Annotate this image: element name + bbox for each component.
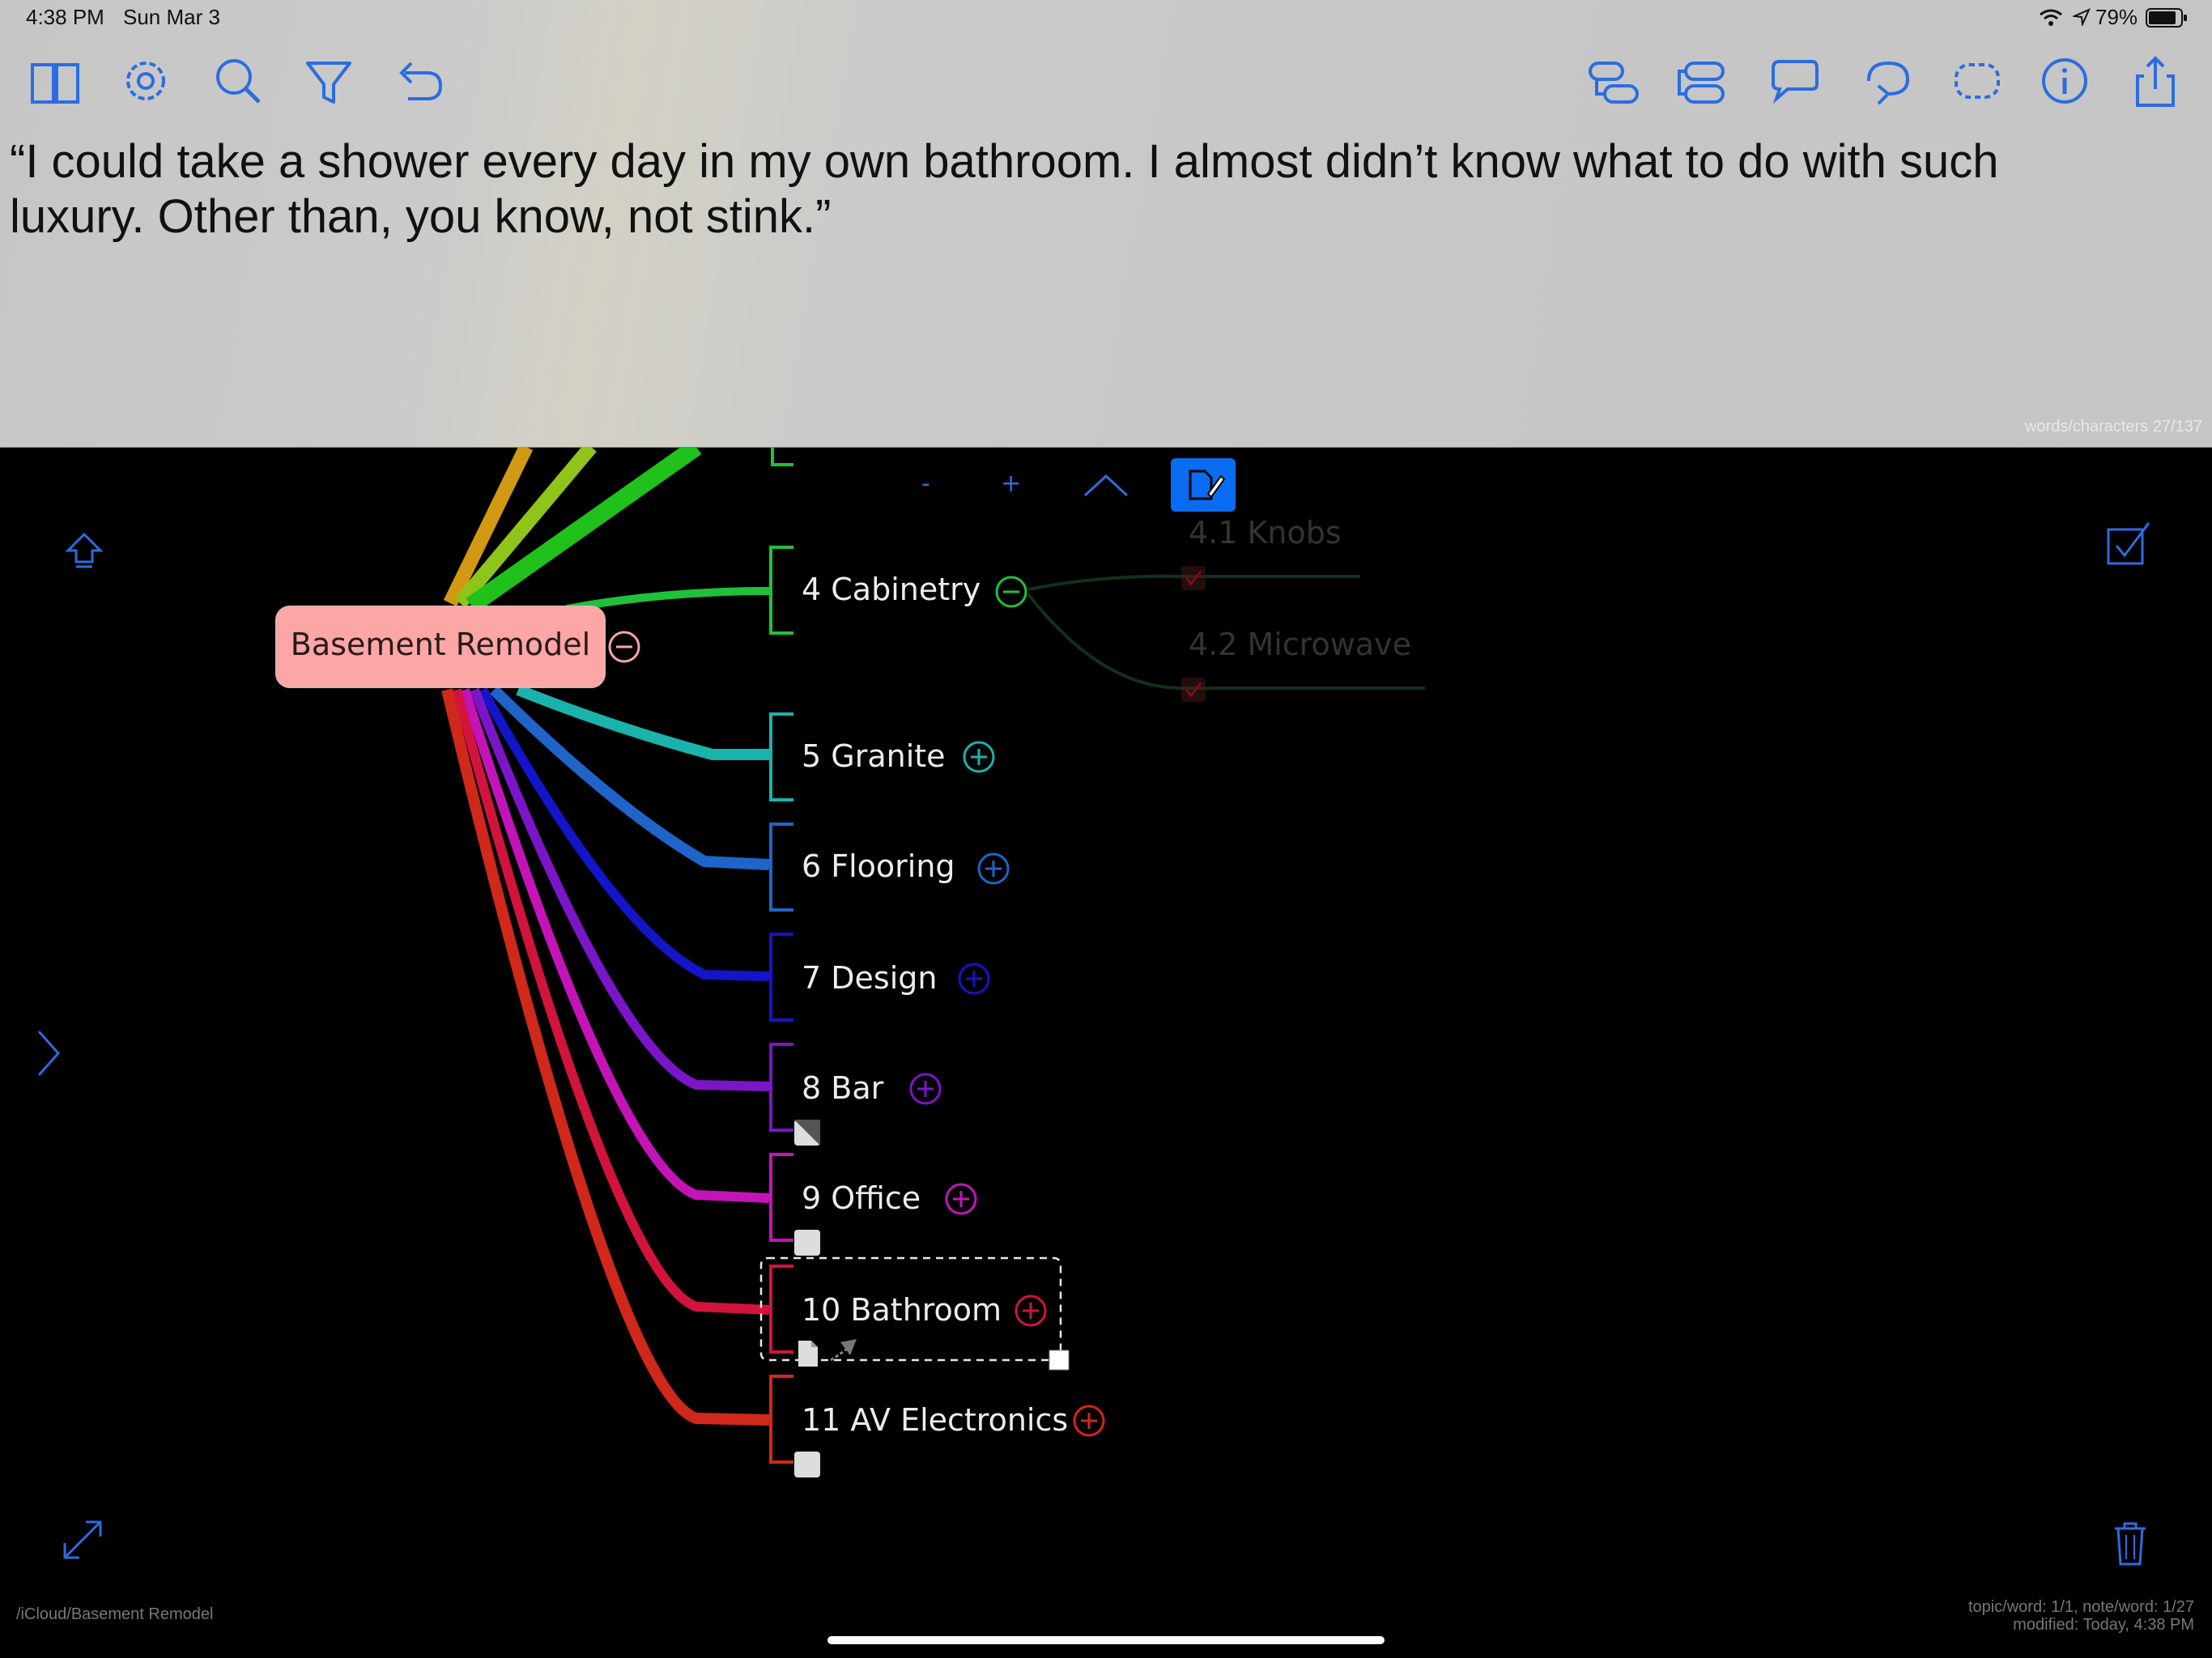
battery-percent: 79% xyxy=(2095,5,2138,29)
document-stats: topic/word: 1/1, note/word: 1/27 modifie… xyxy=(1968,1598,2194,1634)
central-topic-label: Basement Remodel xyxy=(290,627,591,662)
collapse-central-icon[interactable] xyxy=(607,630,641,664)
topic-av-electronics[interactable]: 11 AV Electronics xyxy=(802,1402,1068,1438)
note-text[interactable]: “I could take a shower every day in my o… xyxy=(10,134,2115,244)
note-attachment-icon[interactable] xyxy=(797,1339,819,1368)
topic-bar[interactable]: 8 Bar xyxy=(802,1070,883,1106)
zoom-out-button[interactable]: - xyxy=(921,470,930,498)
add-sibling-icon[interactable] xyxy=(1671,49,1736,113)
wifi-icon xyxy=(2039,8,2063,28)
edit-note-icon xyxy=(1189,470,1226,500)
boundary-icon[interactable] xyxy=(1945,49,2010,113)
collapse-cabinetry-icon[interactable] xyxy=(994,575,1028,609)
stats-topic-note: topic/word: 1/1, note/word: 1/27 xyxy=(1967,1598,2194,1616)
search-icon[interactable] xyxy=(206,49,270,113)
expand-design-icon[interactable] xyxy=(957,962,991,996)
gear-icon[interactable] xyxy=(113,49,178,113)
empty-checkbox-icon[interactable] xyxy=(793,1451,821,1478)
undo-icon[interactable] xyxy=(387,49,452,113)
subtopic-microwave[interactable]: 4.2 Microwave xyxy=(1189,627,1411,662)
empty-checkbox-icon[interactable] xyxy=(793,1229,821,1256)
partial-progress-icon[interactable] xyxy=(793,1119,821,1146)
book-icon[interactable] xyxy=(23,49,87,113)
stats-modified: modified: Today, 4:38 PM xyxy=(2013,1616,2194,1634)
checked-box-icon[interactable] xyxy=(1180,677,1206,703)
relationship-icon[interactable] xyxy=(1854,49,1919,113)
home-up-icon[interactable] xyxy=(62,528,107,573)
expand-av-electronics-icon[interactable] xyxy=(1072,1404,1106,1438)
expand-icon[interactable] xyxy=(58,1516,107,1564)
expand-flooring-icon[interactable] xyxy=(976,852,1010,886)
location-icon xyxy=(2071,8,2091,28)
share-icon[interactable] xyxy=(2123,49,2188,113)
status-date: Sun Mar 3 xyxy=(123,5,220,29)
edit-note-button[interactable] xyxy=(1171,458,1236,512)
expand-bar-icon[interactable] xyxy=(908,1072,942,1106)
status-time: 4:38 PM xyxy=(26,5,104,29)
topic-granite[interactable]: 5 Granite xyxy=(802,738,946,774)
expand-bathroom-icon[interactable] xyxy=(1014,1294,1048,1328)
central-topic[interactable]: Basement Remodel xyxy=(275,606,606,688)
chevron-up-icon[interactable] xyxy=(1082,471,1130,499)
add-child-icon[interactable] xyxy=(1580,49,1645,113)
mind-map-canvas[interactable]: - + Basement Remodel 4 Cabinetry 4.1 Kno… xyxy=(0,447,2212,1658)
zoom-in-button[interactable]: + xyxy=(1001,470,1021,498)
checked-box-icon[interactable] xyxy=(1180,565,1206,591)
filter-icon[interactable] xyxy=(296,49,361,113)
topic-cabinetry[interactable]: 4 Cabinetry xyxy=(802,572,981,607)
expand-granite-icon[interactable] xyxy=(962,740,996,774)
note-panel: 4:38 PM Sun Mar 3 79% “I could take a sh… xyxy=(0,0,2212,448)
home-indicator[interactable] xyxy=(827,1636,1385,1644)
topic-flooring[interactable]: 6 Flooring xyxy=(802,848,955,884)
subtopic-knobs[interactable]: 4.1 Knobs xyxy=(1189,515,1342,551)
word-count: words/characters 27/137 xyxy=(2024,418,2202,436)
topic-design[interactable]: 7 Design xyxy=(802,960,937,996)
topic-bathroom[interactable]: 10 Bathroom xyxy=(802,1292,1002,1328)
chevron-right-icon[interactable] xyxy=(32,1025,65,1082)
topic-office[interactable]: 9 Office xyxy=(802,1180,921,1216)
expand-office-icon[interactable] xyxy=(944,1182,978,1216)
battery-icon xyxy=(2146,8,2188,28)
trash-icon[interactable] xyxy=(2110,1517,2150,1569)
checkbox-toggle-icon[interactable] xyxy=(2102,518,2154,570)
callout-icon[interactable] xyxy=(1762,49,1827,113)
file-path: /iCloud/Basement Remodel xyxy=(16,1605,214,1623)
relationship-arrow-icon[interactable] xyxy=(827,1336,858,1365)
info-icon[interactable] xyxy=(2032,49,2097,113)
